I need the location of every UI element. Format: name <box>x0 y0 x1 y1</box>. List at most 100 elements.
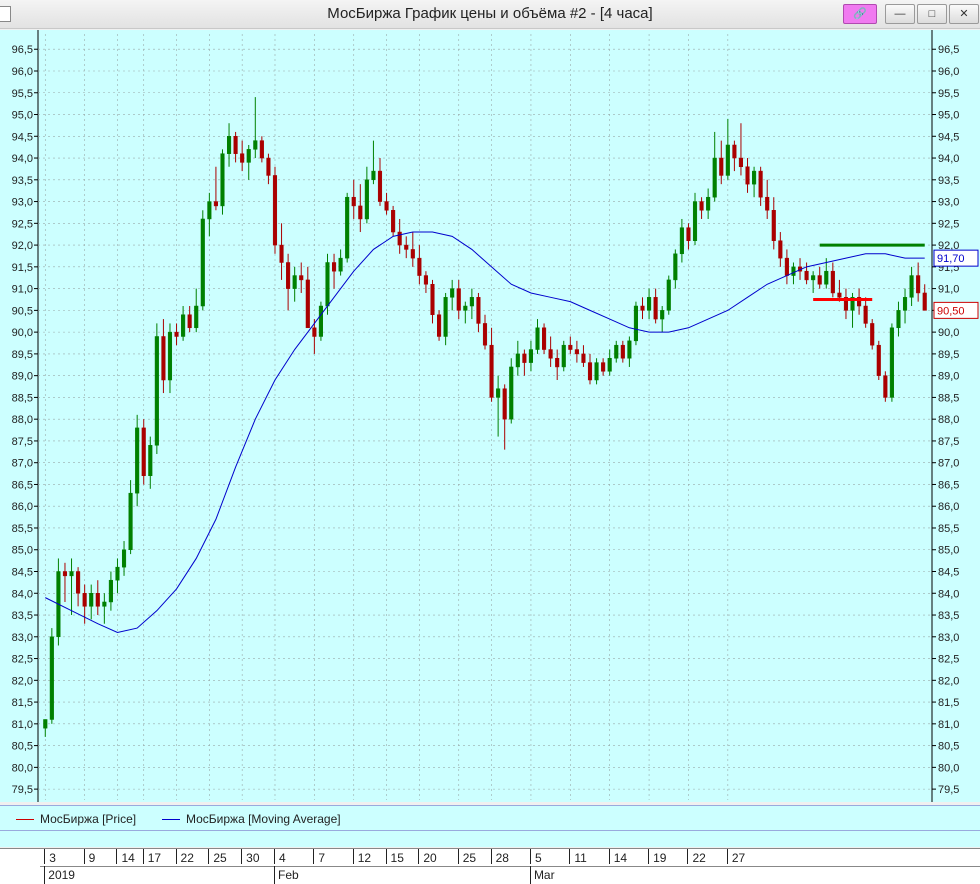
y-tick-label-right: 84,5 <box>938 567 959 579</box>
y-tick-label-left: 86,5 <box>12 479 33 491</box>
candle-body <box>141 427 146 477</box>
x-tick-label: 17 <box>147 851 162 865</box>
y-tick-label-left: 89,0 <box>12 371 33 383</box>
y-tick-label-right: 89,0 <box>938 371 959 383</box>
x-tick-label: 11 <box>574 851 587 865</box>
chart-plot-area[interactable]: 96,5 96,5 96,0 96,0 95,5 95,5 95,0 95,0 94,5 94,5… <box>0 30 980 802</box>
candle-body <box>95 593 100 607</box>
y-tick-label-left: 87,5 <box>12 436 33 448</box>
y-tick-label-left: 83,5 <box>12 610 33 622</box>
y-tick-label-right: 85,0 <box>938 545 959 557</box>
candle-body <box>706 196 711 211</box>
candle-body <box>226 136 232 154</box>
y-tick-label-right: 86,5 <box>938 479 959 491</box>
candle-body <box>916 275 921 294</box>
y-tick-label-right: 94,5 <box>938 131 959 143</box>
y-tick-label-left: 82,5 <box>12 654 33 666</box>
y-tick-label-left: 90,5 <box>12 305 33 317</box>
candle-body <box>889 327 894 398</box>
month-label: Mar <box>533 868 555 882</box>
candle-body <box>883 375 888 398</box>
candle-body <box>207 201 212 220</box>
y-tick-label-left: 84,0 <box>12 588 33 600</box>
y-tick-label-right: 79,5 <box>938 784 959 796</box>
candle-body <box>745 166 750 185</box>
candle-body <box>82 593 87 607</box>
indicator-strip <box>0 830 980 847</box>
y-tick-label-right: 81,5 <box>938 697 959 709</box>
candle-body <box>279 244 284 263</box>
candle-body <box>725 144 730 176</box>
restore-button[interactable]: □ <box>917 4 947 24</box>
legend-moving-average[interactable]: МосБиржа [Moving Average] <box>162 812 341 826</box>
candle-body <box>167 331 173 381</box>
x-tick <box>569 849 571 864</box>
x-tick-label: 5 <box>534 851 542 865</box>
y-tick-label-right: 85,5 <box>938 523 959 535</box>
y-tick-label-right: 88,5 <box>938 392 959 404</box>
x-tick-label: 14 <box>613 851 628 865</box>
close-button[interactable]: ✕ <box>949 4 979 24</box>
candle-body <box>404 244 409 250</box>
candle-body <box>712 157 717 198</box>
candle-body <box>69 571 74 577</box>
x-tick <box>490 849 492 864</box>
candle-body <box>391 210 396 233</box>
candle-body <box>437 314 442 337</box>
y-tick-label-right: 87,5 <box>938 436 959 448</box>
candle-body <box>49 636 54 720</box>
time-axis[interactable]: 3 9 14 17 22 25 30 4 7 12 15 20 25 28 5 11 14 19 22 27 2019 F… <box>0 848 980 884</box>
candle-body <box>817 275 822 285</box>
candle-body <box>463 305 468 311</box>
candle-body <box>450 288 455 298</box>
candle-body <box>870 323 875 346</box>
candle-body <box>200 218 205 307</box>
candle-body <box>666 279 671 311</box>
x-tick-label: 19 <box>653 851 667 865</box>
legend-price[interactable]: МосБиржа [Price] <box>16 812 136 826</box>
x-tick-label: 22 <box>692 851 706 865</box>
candle-body <box>679 227 684 255</box>
x-tick <box>648 849 650 864</box>
candle-body <box>758 170 763 198</box>
time-axis-separator <box>40 866 980 867</box>
y-tick-label-left: 86,0 <box>12 501 33 513</box>
price-chart[interactable]: 96,5 96,5 96,0 96,0 95,5 95,5 95,0 95,0 94,5 94,5… <box>0 30 980 802</box>
link-icon[interactable]: 🔗 <box>843 4 877 24</box>
candle-body <box>299 275 304 281</box>
x-tick-label: 27 <box>731 851 746 865</box>
candle-body <box>587 362 593 381</box>
candle-body <box>43 719 48 729</box>
candle-body <box>154 336 159 446</box>
y-tick-label-right: 88,0 <box>938 414 959 426</box>
y-tick-label-right: 83,0 <box>938 632 959 644</box>
x-tick <box>208 849 210 864</box>
candle-body <box>765 196 770 211</box>
y-tick-label-left: 92,0 <box>12 240 33 252</box>
candle-body <box>482 323 488 346</box>
month-tick <box>273 866 275 884</box>
minimize-button[interactable]: — <box>885 4 915 24</box>
window-titlebar: МосБиржа График цены и объёма #2 - [4 ча… <box>0 0 980 29</box>
candle-body <box>752 170 757 185</box>
y-tick-label-right: 91,0 <box>938 284 959 296</box>
candle-body <box>351 196 356 207</box>
candle-body <box>522 353 527 363</box>
candle-body <box>286 262 291 289</box>
candle-body <box>824 270 829 285</box>
candle-body <box>476 297 481 324</box>
y-tick-label-left: 80,5 <box>12 741 33 753</box>
x-tick-label: 28 <box>495 851 509 865</box>
candle-body <box>358 205 363 220</box>
candle-body <box>108 579 113 603</box>
candle-body <box>253 140 258 150</box>
candle-body <box>318 305 323 337</box>
candle-body <box>620 344 625 359</box>
y-tick-label-right: 81,0 <box>938 719 959 731</box>
candle-body <box>502 388 507 420</box>
legend-price-swatch <box>16 819 34 821</box>
candle-body <box>732 144 737 159</box>
candle-body <box>417 257 422 276</box>
candle-body <box>410 249 415 259</box>
y-tick-label-right: 95,5 <box>938 88 959 100</box>
